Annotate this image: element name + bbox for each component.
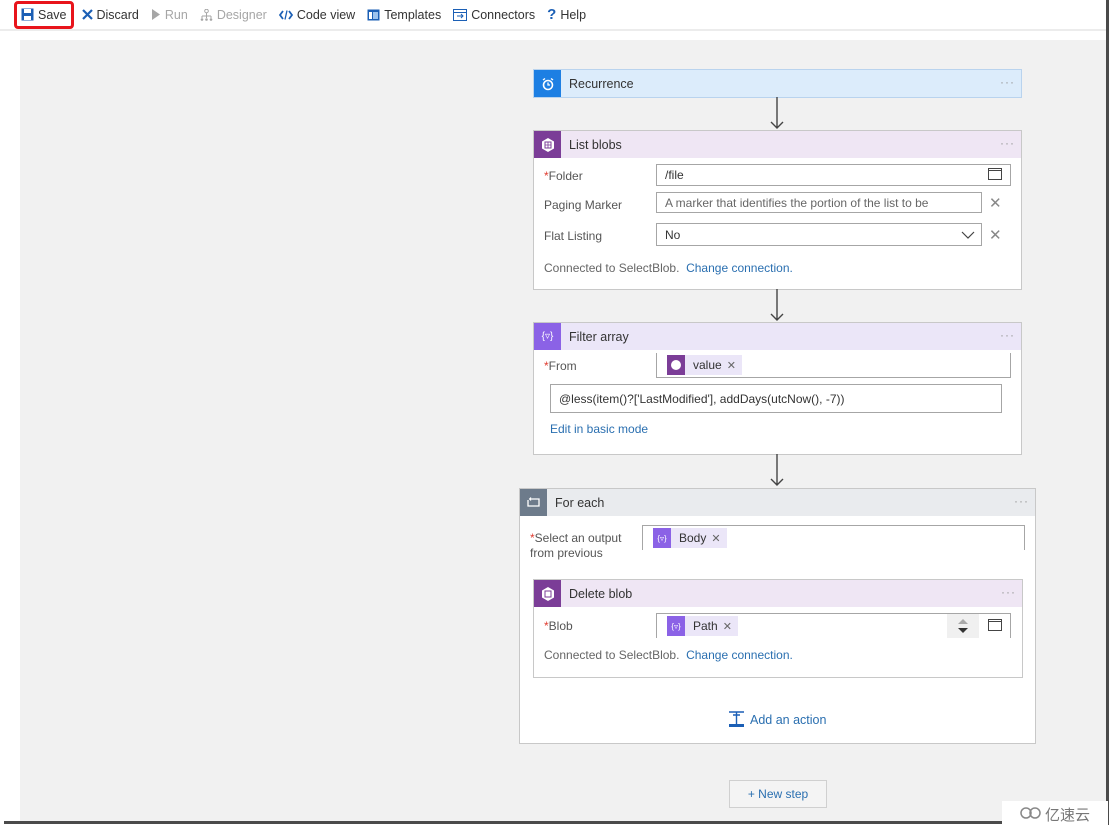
recurrence-step[interactable]: Recurrence ··· (533, 69, 1022, 98)
loop-icon (520, 489, 547, 516)
blob-input[interactable]: {▿} Path ✕ (656, 613, 1011, 638)
designer-icon (200, 8, 213, 21)
run-button[interactable]: Run (145, 2, 194, 28)
stepper-icon[interactable] (947, 614, 979, 638)
clear-flat-listing-icon[interactable]: ✕ (989, 228, 1002, 243)
more-options-button[interactable]: ··· (1001, 585, 1016, 599)
storage-icon (534, 131, 561, 158)
help-label: Help (560, 7, 587, 22)
blob-label: *Blob (544, 619, 573, 633)
connector-arrow (770, 289, 784, 321)
folder-label: *Folder (544, 169, 583, 183)
save-icon (21, 8, 34, 21)
storage-icon (667, 355, 685, 375)
more-options-button[interactable]: ··· (1000, 136, 1015, 150)
storage-icon (534, 580, 561, 607)
code-view-button[interactable]: Code view (273, 2, 361, 28)
remove-token-icon[interactable]: ✕ (723, 620, 732, 633)
flat-listing-select[interactable]: No (656, 223, 982, 246)
recurrence-title: Recurrence (569, 76, 634, 91)
list-blobs-title: List blobs (569, 137, 622, 152)
folder-input[interactable]: /file (656, 164, 1011, 186)
more-options-button[interactable]: ··· (1000, 75, 1015, 89)
cloud-logo-icon (1020, 805, 1042, 823)
filter-array-header[interactable]: {▿} Filter array ··· (534, 323, 1021, 350)
list-blobs-step: List blobs ··· *Folder /file Paging Mark… (533, 130, 1022, 290)
frame-shadow (1106, 0, 1109, 825)
help-icon: ? (547, 6, 557, 23)
value-token[interactable]: value ✕ (667, 355, 742, 375)
connection-info: Connected to SelectBlob. Change connecti… (544, 261, 793, 275)
connectors-label: Connectors (471, 7, 536, 22)
expression-input[interactable]: @less(item()?['LastModified'], addDays(u… (550, 384, 1002, 413)
add-action-icon (728, 711, 745, 728)
body-token[interactable]: {▿} Body ✕ (653, 528, 727, 548)
connectors-button[interactable]: Connectors (447, 2, 541, 28)
save-button[interactable]: Save (14, 0, 74, 29)
from-label: *From (544, 359, 577, 373)
filter-expression-icon: {▿} (534, 323, 561, 350)
from-input[interactable]: value ✕ (656, 353, 1011, 378)
templates-label: Templates (384, 7, 442, 22)
templates-icon (367, 9, 380, 21)
discard-button[interactable]: Discard (76, 2, 145, 28)
connection-info: Connected to SelectBlob. Change connecti… (544, 648, 793, 662)
connector-arrow (770, 97, 784, 129)
frame-shadow (4, 821, 1109, 824)
save-label: Save (38, 7, 67, 22)
toolbar: Save Discard Run Designer Code view Temp… (0, 0, 1106, 31)
for-each-header[interactable]: For each ··· (520, 489, 1035, 516)
connectors-icon (453, 8, 468, 21)
templates-button[interactable]: Templates (361, 2, 447, 28)
run-label: Run (164, 7, 188, 22)
clear-paging-marker-icon[interactable]: ✕ (989, 196, 1002, 211)
paging-marker-input[interactable]: A marker that identifies the portion of … (656, 192, 982, 213)
recurrence-header[interactable]: Recurrence ··· (534, 70, 1021, 97)
select-output-label: *Select an output from previous (530, 531, 622, 560)
designer-label: Designer (216, 7, 267, 22)
filter-expression-icon: {▿} (653, 528, 671, 548)
filter-array-title: Filter array (569, 329, 629, 344)
change-connection-link[interactable]: Change connection. (686, 261, 793, 275)
designer-button[interactable]: Designer (194, 2, 273, 28)
chevron-down-icon (961, 229, 975, 243)
discard-label: Discard (96, 7, 139, 22)
code-view-label: Code view (296, 7, 356, 22)
play-icon (151, 9, 161, 20)
add-an-action-button[interactable]: Add an action (728, 711, 826, 728)
help-button[interactable]: ? Help (541, 2, 592, 28)
remove-token-icon[interactable]: ✕ (727, 359, 736, 372)
watermark: 亿速云 (1002, 801, 1108, 827)
alarm-clock-icon (534, 70, 561, 97)
filter-array-step: {▿} Filter array ··· *From value ✕ @less… (533, 322, 1022, 455)
change-connection-link[interactable]: Change connection. (686, 648, 793, 662)
paging-marker-label: Paging Marker (544, 198, 623, 212)
remove-token-icon[interactable]: ✕ (711, 532, 720, 545)
file-picker-icon[interactable] (988, 619, 1002, 634)
edit-in-basic-mode-link[interactable]: Edit in basic mode (550, 422, 648, 436)
for-each-title: For each (555, 495, 605, 510)
delete-blob-title: Delete blob (569, 586, 633, 601)
more-options-button[interactable]: ··· (1000, 328, 1015, 342)
code-icon (278, 9, 293, 20)
path-token[interactable]: {▿} Path ✕ (667, 616, 738, 636)
for-each-step: For each ··· *Select an output from previ… (519, 488, 1036, 744)
select-output-input[interactable]: {▿} Body ✕ (642, 525, 1025, 550)
more-options-button[interactable]: ··· (1014, 494, 1029, 508)
delete-blob-header[interactable]: Delete blob ··· (534, 580, 1022, 607)
flat-listing-label: Flat Listing (544, 229, 603, 243)
filter-expression-icon: {▿} (667, 616, 685, 636)
connector-arrow (770, 454, 784, 486)
folder-picker-icon[interactable] (988, 168, 1002, 183)
delete-blob-step: Delete blob ··· *Blob {▿} Path ✕ Connect… (533, 579, 1023, 678)
new-step-button[interactable]: + New step (729, 780, 827, 808)
close-icon (81, 9, 93, 20)
list-blobs-header[interactable]: List blobs ··· (534, 131, 1021, 158)
